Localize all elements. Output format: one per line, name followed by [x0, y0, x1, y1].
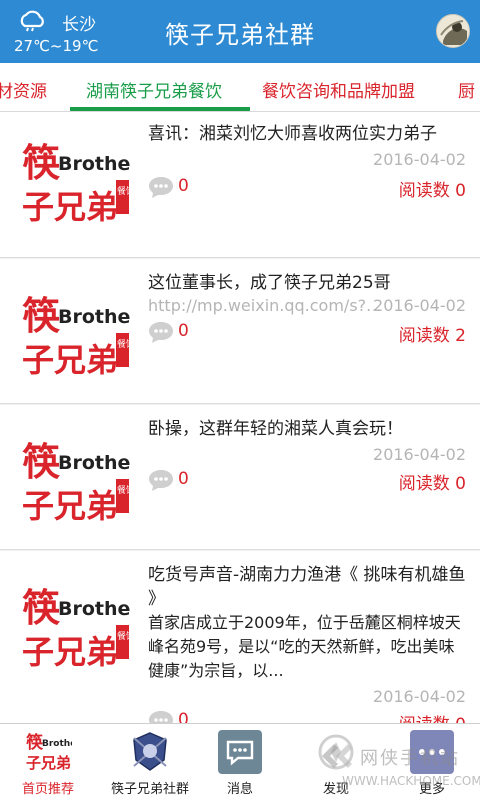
svg-text:子兄弟: 子兄弟 [22, 633, 118, 671]
article-date: 2016-04-02 [373, 445, 466, 464]
comment-count: 0 [178, 710, 189, 723]
avatar[interactable] [436, 14, 470, 48]
active-tab-indicator [70, 107, 250, 111]
brand-logo-icon: 筷 Brother 子兄弟 餐饮 [22, 141, 130, 226]
comment-icon[interactable] [148, 709, 174, 723]
article-card[interactable]: 筷 Brother 子兄弟 餐饮 喜讯：湘菜刘忆大师喜收两位实力弟子 2016-… [0, 112, 480, 258]
tab-consulting-franchise[interactable]: 餐饮咨询和品牌加盟 [262, 77, 415, 102]
svg-text:筷: 筷 [22, 586, 61, 630]
svg-text:Brother: Brother [58, 598, 130, 620]
brand-logo-icon: 筷 Brother 子兄弟 [26, 732, 72, 772]
svg-text:子兄弟: 子兄弟 [22, 487, 118, 525]
comment-icon[interactable] [148, 468, 174, 492]
read-count: 阅读数 0 [398, 181, 466, 201]
read-count: 阅读数 0 [398, 474, 466, 494]
read-count: 阅读数 2 [398, 326, 466, 346]
tab-kitchen[interactable]: 厨 [458, 77, 475, 102]
watermark-text: 网侠手机站 [360, 748, 460, 769]
svg-text:Brother: Brother [58, 306, 130, 328]
tab-hunan-brothers-dining[interactable]: 湖南筷子兄弟餐饮 [86, 77, 222, 102]
article-title: 卧操，这群年轻的湘菜人真会玩！ [148, 419, 403, 439]
watermark-url: WWW.HACKHOME.COM [342, 774, 480, 788]
article-title: 吃货号声音-湖南力力渔港《 挑味有机雄鱼 》 [148, 565, 466, 609]
nav-label: 筷子兄弟社群 [110, 782, 189, 797]
watermark-logo-icon [322, 744, 352, 768]
svg-text:餐饮: 餐饮 [117, 630, 130, 642]
article-title: 喜讯：湘菜刘忆大师喜收两位实力弟子 [148, 124, 437, 144]
message-icon [218, 730, 262, 774]
read-count: 阅读数 0 [399, 710, 466, 723]
comment-count: 0 [178, 469, 189, 489]
article-date: 2016-04-02 [373, 150, 466, 169]
svg-text:筷: 筷 [22, 141, 61, 185]
svg-text:子兄弟: 子兄弟 [22, 341, 118, 379]
nav-label: 消息 [226, 782, 253, 797]
brand-logo-icon: 筷 Brother 子兄弟 餐饮 [22, 294, 130, 379]
article-feed: 筷 Brother 子兄弟 餐饮 喜讯：湘菜刘忆大师喜收两位实力弟子 2016-… [0, 112, 480, 723]
comment-icon[interactable] [148, 175, 174, 199]
article-card[interactable]: 筷 Brother 子兄弟 餐饮 吃货号声音-湖南力力渔港《 挑味有机雄鱼 》 … [0, 551, 480, 723]
watermark: 网侠手机站 WWW.HACKHOME.COM [318, 738, 480, 798]
article-card[interactable]: 筷 Brother 子兄弟 餐饮 这位董事长，成了筷子兄弟25哥 http://… [0, 259, 480, 404]
svg-text:Brother: Brother [42, 739, 72, 749]
page-title: 筷子兄弟社群 [165, 21, 315, 49]
comment-count: 0 [178, 321, 189, 341]
svg-text:餐饮: 餐饮 [117, 338, 130, 350]
svg-text:餐饮: 餐饮 [117, 185, 130, 197]
svg-text:子兄弟: 子兄弟 [22, 188, 118, 226]
article-url: http://mp.weixin.qq.com/s?... [148, 296, 382, 315]
comment-icon[interactable] [148, 320, 174, 344]
article-date: 2016-04-02 [373, 296, 466, 315]
svg-text:筷: 筷 [22, 294, 61, 338]
nav-community[interactable]: 筷子兄弟社群 [96, 724, 204, 800]
comment-count: 0 [178, 176, 189, 196]
svg-text:筷: 筷 [22, 440, 61, 484]
article-card[interactable]: 筷 Brother 子兄弟 餐饮 卧操，这群年轻的湘菜人真会玩！ 2016-04… [0, 405, 480, 550]
svg-text:Brother: Brother [58, 452, 130, 474]
svg-text:Brother: Brother [58, 153, 130, 175]
article-title: 这位董事长，成了筷子兄弟25哥 [148, 273, 391, 293]
nav-label: 首页推荐 [21, 782, 74, 797]
brand-logo-icon: 筷 Brother 子兄弟 餐饮 [22, 440, 130, 525]
nav-home-recommend[interactable]: 筷 Brother 子兄弟 首页推荐 [0, 724, 96, 800]
nav-messages[interactable]: 消息 [204, 724, 276, 800]
svg-text:子兄弟: 子兄弟 [26, 754, 71, 772]
community-emblem-icon [133, 732, 167, 771]
article-date: 2016-04-02 [373, 687, 466, 706]
article-summary: 首家店成立于2009年，位于岳麓区桐梓坡天峰名苑9号，是以“吃的天然新鲜，吃出美… [148, 613, 461, 680]
tab-materials[interactable]: 材资源 [0, 77, 47, 102]
svg-text:餐饮: 餐饮 [117, 484, 130, 496]
brand-logo-icon: 筷 Brother 子兄弟 餐饮 [22, 586, 130, 671]
category-tabs: 材资源 湖南筷子兄弟餐饮 餐饮咨询和品牌加盟 厨 [0, 63, 480, 112]
app-header: 长沙 27℃~19℃ 筷子兄弟社群 [0, 0, 480, 63]
